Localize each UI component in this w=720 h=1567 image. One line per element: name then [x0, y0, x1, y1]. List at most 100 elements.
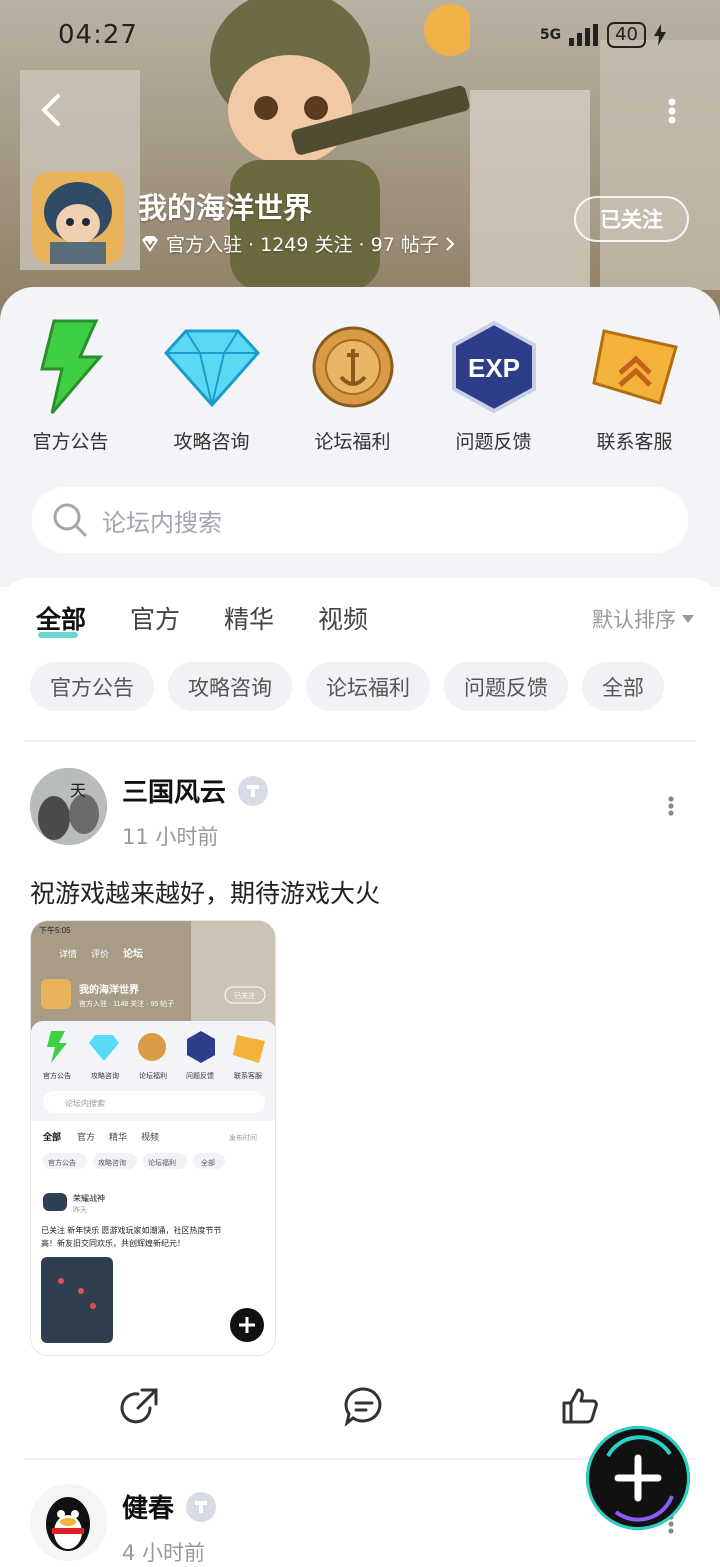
thumb-chip: 官方公告 [48, 1158, 76, 1167]
game-meta-text: 官方入驻 · 1249 关注 · 97 帖子 [166, 234, 439, 256]
tab-official[interactable]: 官方 [130, 600, 180, 636]
search-placeholder: 论坛内搜索 [102, 508, 222, 537]
battery-level: 40 [607, 22, 646, 48]
header-banner: 04:27 5G 40 我的海洋世界 官方入驻 · 1249 关注 · 97 帖… [0, 0, 720, 330]
more-options-icon[interactable] [668, 98, 676, 124]
thumb-post-text: 高！新友旧交同欢乐，共创辉煌新纪元！ [41, 1238, 185, 1248]
author-info: 健春 4 小时前 [122, 1488, 217, 1567]
sort-dropdown[interactable]: 默认排序 [592, 604, 694, 634]
category-feedback[interactable]: EXP 问题反馈 [423, 317, 564, 454]
game-title: 我的海洋世界 [138, 191, 313, 225]
thumb-tab-forum: 论坛 [123, 947, 143, 960]
game-meta[interactable]: 官方入驻 · 1249 关注 · 97 帖子 [140, 230, 455, 257]
share-icon[interactable] [120, 1386, 160, 1426]
thumb-post-author: 荣耀战神 [73, 1193, 105, 1203]
category-welfare[interactable]: 论坛福利 [282, 317, 423, 454]
avatar[interactable]: 天 [30, 768, 107, 845]
category-label: 官方公告 [32, 431, 109, 453]
sort-label: 默认排序 [592, 608, 676, 632]
category-label: 问题反馈 [455, 431, 532, 453]
forum-page: 04:27 5G 40 我的海洋世界 官方入驻 · 1249 关注 · 97 帖… [0, 0, 720, 1567]
post-time: 4 小时前 [122, 1541, 206, 1565]
chip-all[interactable]: 全部 [582, 662, 664, 711]
thumb-feed-tab: 精华 [109, 1131, 127, 1142]
post-more-icon[interactable] [668, 796, 674, 816]
status-time: 04:27 [58, 20, 138, 50]
rank-badge-icon [591, 329, 678, 405]
thumb-cat-label: 论坛福利 [139, 1071, 167, 1080]
penguin-avatar-icon [30, 1484, 107, 1561]
thumb-cat-label: 问题反馈 [186, 1071, 214, 1080]
thumb-chip: 攻略咨询 [98, 1158, 126, 1167]
thumb-chip: 全部 [201, 1158, 215, 1167]
category-label: 攻略咨询 [173, 431, 250, 453]
category-support[interactable]: 联系客服 [564, 317, 705, 454]
feed-section: 全部 官方 精华 视频 默认排序 官方公告 攻略咨询 论坛福利 问题反馈 全部 [0, 578, 720, 1567]
thumb-post-text: 已关注 新年快乐 愿游戏玩家如潮涌，社区热度节节 [41, 1225, 221, 1235]
tab-all[interactable]: 全部 [36, 600, 86, 638]
filter-chips: 官方公告 攻略咨询 论坛福利 问题反馈 全部 [30, 662, 664, 711]
post-content[interactable]: 祝游戏越来越好，期待游戏大火 [30, 874, 380, 910]
thumb-feed-tab: 全部 [42, 1131, 61, 1142]
chevron-right-icon [446, 236, 455, 251]
signal-icon [569, 24, 599, 46]
search-icon [53, 503, 87, 537]
avatar[interactable] [30, 1484, 107, 1561]
network-indicator: 5G [539, 27, 562, 43]
post-header: 健春 4 小时前 [30, 1484, 217, 1567]
thumb-status-time: 下午5:05 [39, 925, 71, 935]
thumb-feed-tab: 视频 [141, 1131, 159, 1142]
create-post-button[interactable] [586, 1426, 690, 1530]
category-label: 联系客服 [596, 431, 673, 453]
diamond-icon [163, 329, 260, 407]
comment-icon[interactable] [344, 1386, 384, 1426]
level-badge-icon [186, 1491, 217, 1522]
chip-announcement[interactable]: 官方公告 [30, 662, 154, 711]
follow-button[interactable]: 已关注 [574, 196, 689, 242]
tab-featured[interactable]: 精华 [224, 600, 274, 636]
chip-guide[interactable]: 攻略咨询 [168, 662, 292, 711]
category-guide[interactable]: 攻略咨询 [141, 317, 282, 454]
charging-icon [654, 24, 666, 46]
post-time: 11 小时前 [122, 825, 219, 849]
dropdown-triangle-icon [682, 615, 694, 623]
author-info: 三国风云 11 小时前 [122, 772, 269, 851]
post-header: 天 三国风云 11 小时前 [30, 768, 269, 851]
chip-welfare[interactable]: 论坛福利 [306, 662, 430, 711]
thumb-follow-label: 已关注 [234, 991, 255, 1000]
post-actions [0, 1386, 720, 1430]
banner-building [600, 40, 720, 290]
thumb-game-meta: 官方入驻 · 1148 关注 · 95 帖子 [79, 999, 174, 1008]
author-name-row[interactable]: 健春 [122, 1488, 217, 1525]
chip-feedback[interactable]: 问题反馈 [444, 662, 568, 711]
svg-text:EXP: EXP [467, 353, 519, 383]
thumb-chip: 论坛福利 [148, 1158, 176, 1167]
game-icon [32, 172, 124, 264]
status-icons: 5G 40 [540, 22, 666, 48]
category-label: 论坛福利 [314, 431, 391, 453]
plus-icon [590, 1430, 686, 1526]
like-icon[interactable] [560, 1386, 600, 1426]
thumb-game-name: 我的海洋世界 [79, 983, 139, 996]
thumb-tab-reviews: 评价 [91, 949, 109, 959]
back-arrow-icon[interactable] [34, 92, 68, 128]
category-panel: 官方公告 攻略咨询 论坛福利 EXP 问题反馈 联系客服 论坛内搜索 [0, 287, 720, 587]
category-row: 官方公告 攻略咨询 论坛福利 EXP 问题反馈 联系客服 [0, 317, 720, 454]
thumb-cat-label: 联系客服 [234, 1071, 262, 1080]
thumb-post-time: 昨天 [73, 1205, 87, 1214]
author-name-row[interactable]: 三国风云 [122, 772, 269, 809]
thumb-cat-label: 攻略咨询 [91, 1071, 119, 1080]
thumb-feed-tab: 官方 [77, 1131, 95, 1142]
post-image[interactable]: 下午5:05 详情 评价 论坛 我的海洋世界 官方入驻 · 1148 关注 · … [30, 920, 276, 1356]
search-bar[interactable]: 论坛内搜索 [32, 487, 688, 553]
thumb-sort-label: 发布时间 [229, 1133, 257, 1142]
banner-building [470, 90, 590, 310]
category-announcement[interactable]: 官方公告 [0, 317, 141, 454]
divider [24, 740, 696, 742]
exp-badge-icon: EXP [451, 321, 536, 413]
author-name: 三国风云 [122, 778, 227, 808]
feed-tabs: 全部 官方 精华 视频 [36, 600, 368, 638]
coin-icon [312, 326, 393, 408]
thumb-cat-label: 官方公告 [43, 1071, 71, 1080]
tab-video[interactable]: 视频 [318, 600, 368, 636]
